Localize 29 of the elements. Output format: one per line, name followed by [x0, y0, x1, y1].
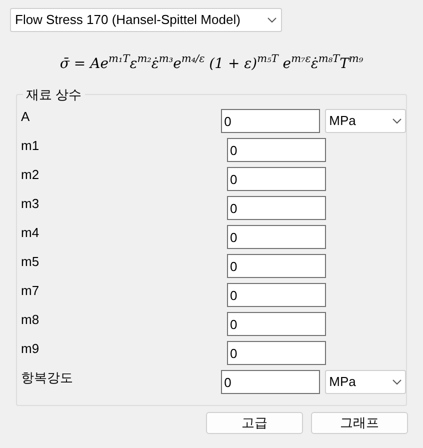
unit-dropdown[interactable]: MPa: [325, 109, 406, 133]
formula: σ̄ = Ae$^{m₁T}$ε$^{m₂}$ε̇$^{m₃}$e$^{m₄/ε}$ (1 + ε)$^{m₅T}$ e$^{m₇ε}$ε̇$^{m₈T}$T$^{m₉}$: [60, 54, 364, 74]
input-field[interactable]: 0: [227, 167, 326, 191]
input-field[interactable]: 0: [227, 254, 326, 278]
field-label: m1: [21, 137, 40, 155]
field-label: m5: [21, 253, 40, 271]
input-field[interactable]: 0: [221, 109, 320, 133]
field-label: m2: [21, 166, 40, 184]
input-field[interactable]: 0: [227, 283, 326, 307]
dialog-button[interactable]: 그래프: [311, 412, 408, 434]
model-dropdown[interactable]: Flow Stress 170 (Hansel-Spittel Model): [10, 8, 282, 32]
input-field[interactable]: 0: [221, 370, 320, 394]
unit-dropdown[interactable]: MPa: [325, 370, 406, 394]
field-label: 항복강도: [21, 369, 74, 387]
chevron-down-icon: [267, 17, 277, 23]
chevron-down-icon: [392, 118, 402, 124]
input-field[interactable]: 0: [227, 312, 326, 336]
dialog-button[interactable]: 고급: [206, 412, 303, 434]
input-field[interactable]: 0: [227, 225, 326, 249]
field-label: m9: [21, 340, 40, 358]
field-label: m7: [21, 282, 40, 300]
input-field[interactable]: 0: [227, 138, 326, 162]
input-field[interactable]: 0: [227, 196, 326, 220]
field-label: m8: [21, 311, 40, 329]
chevron-down-icon: [392, 379, 402, 385]
input-field[interactable]: 0: [227, 341, 326, 365]
field-label: m4: [21, 224, 40, 242]
field-label: m3: [21, 195, 40, 213]
field-label: A: [21, 108, 31, 126]
